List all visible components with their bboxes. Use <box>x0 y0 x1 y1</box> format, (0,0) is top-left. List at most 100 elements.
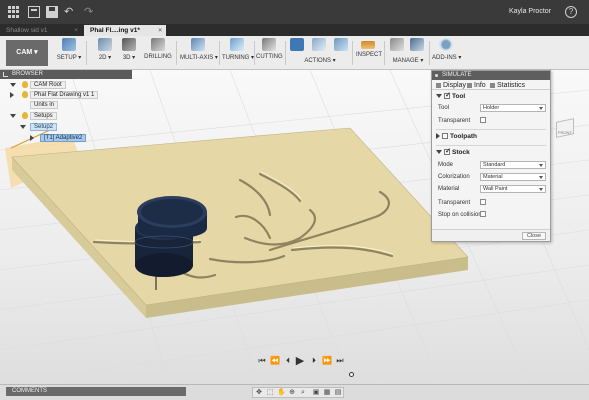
grid-settings-icon[interactable]: ▦ <box>323 389 331 397</box>
browser-node-setups[interactable]: Setups <box>10 111 57 121</box>
app-grid-icon[interactable] <box>8 6 20 18</box>
tab-shallow[interactable]: Shallow sid v1 × <box>0 25 82 36</box>
stock-transparent-checkbox[interactable] <box>480 199 486 205</box>
undo-icon[interactable]: ↶ <box>64 6 76 18</box>
view-cube[interactable]: FRONT <box>552 114 582 140</box>
collapse-arrow-icon[interactable] <box>436 150 442 155</box>
comments-panel[interactable]: COMMENTS <box>6 387 186 396</box>
browser-node-drawing[interactable]: Phal Flat Drawing v1 1 <box>10 90 99 100</box>
turning-menu[interactable]: TURNING ▾ <box>222 38 254 61</box>
zoom-icon[interactable]: ⊕ <box>288 389 296 397</box>
collapse-icon[interactable] <box>3 72 8 77</box>
colorization-select[interactable]: Material <box>480 173 546 181</box>
3d-menu[interactable]: 3D ▾ <box>118 38 140 61</box>
tool-transparent-label: Transparent <box>438 118 471 124</box>
drilling-button[interactable]: DRILLING <box>144 38 172 60</box>
tab-phal-flat-drawing[interactable]: Phal Fl....ing v1* × <box>84 25 166 36</box>
stop-on-collision-checkbox[interactable] <box>480 211 486 217</box>
collapse-arrow-icon[interactable] <box>436 94 442 99</box>
user-name[interactable]: Kayla Proctor <box>509 8 551 15</box>
help-icon[interactable]: ? <box>565 6 577 18</box>
drilling-label: DRILLING <box>144 54 172 60</box>
stock-mode-select[interactable]: Standard <box>480 161 546 169</box>
tool-mode-label: Tool <box>438 105 450 111</box>
expand-arrow-icon[interactable] <box>436 133 440 140</box>
previous-icon[interactable]: ⏪ <box>270 356 280 366</box>
play-icon[interactable]: ▶ <box>295 356 305 367</box>
expand-icon[interactable] <box>30 135 34 141</box>
manage-menu[interactable]: MANAGE ▾ <box>392 57 424 64</box>
browser-header[interactable]: BROWSER <box>0 70 132 79</box>
first-frame-icon[interactable]: ⏮ <box>257 356 267 366</box>
tab-info[interactable]: Info <box>467 81 486 91</box>
cutting-button[interactable]: CUTTING <box>256 38 283 60</box>
browser-node-label: Setup2 <box>30 123 58 131</box>
actions-label: ACTIONS ▾ <box>304 58 336 64</box>
setup-menu[interactable]: SETUP ▾ <box>56 38 82 61</box>
browser-node-label: [T1] Adaptive2 <box>40 134 87 142</box>
file-icon[interactable] <box>28 6 40 18</box>
inspect-menu[interactable]: INSPECT <box>356 38 382 58</box>
3d-milling-icon <box>122 38 136 51</box>
material-select[interactable]: Wall Paint <box>480 185 546 193</box>
simulate-header[interactable]: SIMULATE <box>432 71 550 80</box>
browser-node-adaptive2[interactable]: [T1] Adaptive2 <box>30 133 87 143</box>
add-ins-menu[interactable]: ADD-INS ▾ <box>432 38 461 61</box>
last-frame-icon[interactable]: ⏭ <box>335 356 345 366</box>
simulate-button[interactable] <box>290 38 304 51</box>
colorization-label: Colorization <box>438 174 470 180</box>
tool-library-button[interactable] <box>390 38 404 51</box>
visibility-bulb-icon[interactable] <box>22 91 28 98</box>
browser-node-setup2[interactable]: Setup2 <box>20 122 58 132</box>
tab-statistics[interactable]: Statistics <box>490 81 525 91</box>
divider <box>436 145 546 146</box>
close-button[interactable]: Close <box>522 232 546 240</box>
step-forward-icon[interactable]: ⏵ <box>309 356 319 366</box>
template-library-button[interactable] <box>410 38 424 51</box>
divider <box>176 41 177 65</box>
timeline-slider-handle[interactable] <box>349 372 354 377</box>
expand-icon[interactable] <box>20 125 26 129</box>
browser-node-units[interactable]: Units in <box>30 100 59 110</box>
expand-icon[interactable] <box>10 83 16 87</box>
actions-menu[interactable]: ACTIONS ▾ <box>300 57 340 64</box>
look-at-icon[interactable]: ⬚ <box>266 389 274 397</box>
toolbar-ribbon: CAM ▾ SETUP ▾ 2D ▾ 3D ▾ DRILLING MULTI-A… <box>0 36 589 70</box>
multi-axis-menu[interactable]: MULTI-AXIS ▾ <box>180 38 218 61</box>
setup-sheet-button[interactable] <box>334 38 348 51</box>
stock-section-header[interactable]: Stock <box>436 147 470 156</box>
stock-visible-checkbox[interactable] <box>444 147 451 156</box>
orbit-icon[interactable]: ✥ <box>255 389 263 397</box>
zoom-window-icon[interactable]: ⌕ <box>299 389 307 397</box>
next-icon[interactable]: ⏩ <box>322 356 332 366</box>
navigation-bar: ✥ ⬚ ✋ ⊕ ⌕ ▣ ▦ ▤ <box>252 387 344 398</box>
setup-label: SETUP ▾ <box>56 55 82 61</box>
viewports-icon[interactable]: ▤ <box>334 389 342 397</box>
post-process-icon <box>312 38 326 51</box>
multi-axis-label: MULTI-AXIS ▾ <box>180 55 218 61</box>
display-settings-icon[interactable]: ▣ <box>312 389 320 397</box>
expand-icon[interactable] <box>10 92 14 98</box>
stock-mode-label: Mode <box>438 162 454 168</box>
expand-icon[interactable] <box>10 114 16 118</box>
post-process-button[interactable] <box>312 38 326 51</box>
workspace-switcher-button[interactable]: CAM ▾ <box>6 40 48 66</box>
tool-transparent-checkbox[interactable] <box>480 117 486 123</box>
toolpath-visible-checkbox[interactable] <box>442 133 448 140</box>
browser-node-cam-root[interactable]: CAM Root <box>10 80 66 90</box>
tab-display[interactable]: Display <box>436 81 466 91</box>
step-back-icon[interactable]: ⏴ <box>283 356 293 366</box>
close-icon[interactable]: × <box>158 25 162 36</box>
tool-section-header[interactable]: Tool <box>436 91 465 100</box>
close-icon[interactable]: × <box>74 25 78 36</box>
visibility-bulb-icon[interactable] <box>22 81 28 88</box>
title-bar: ↶ ↷ Kayla Proctor ? <box>0 0 589 24</box>
save-icon[interactable] <box>46 6 58 18</box>
redo-icon[interactable]: ↷ <box>84 6 96 18</box>
tool-visible-checkbox[interactable] <box>444 91 451 100</box>
toolpath-section-header[interactable]: Toolpath <box>436 133 477 140</box>
tool-mode-select[interactable]: Holder <box>480 104 546 112</box>
visibility-bulb-icon[interactable] <box>22 112 28 119</box>
2d-menu[interactable]: 2D ▾ <box>92 38 118 61</box>
pan-icon[interactable]: ✋ <box>277 389 286 397</box>
